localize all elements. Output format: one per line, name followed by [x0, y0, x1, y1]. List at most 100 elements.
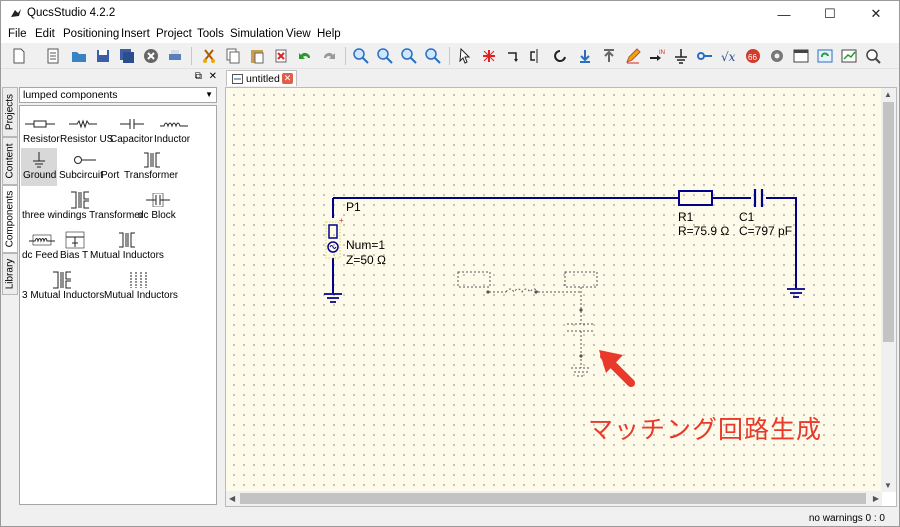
ground-symbol[interactable] — [324, 293, 342, 303]
tab-projects[interactable]: Projects — [2, 87, 18, 137]
toolbar-separator — [191, 47, 192, 65]
component-bias-t[interactable]: Bias T — [60, 228, 90, 266]
component-mutual-inductors[interactable]: Mutual Inductors — [90, 228, 164, 266]
deactivate-icon[interactable] — [479, 46, 499, 66]
tab-components[interactable]: Components — [2, 185, 18, 253]
component-transformer[interactable]: Transformer — [124, 148, 180, 186]
simulate-icon[interactable]: 66 — [743, 46, 763, 66]
component-resistor-us[interactable]: Resistor US — [60, 112, 113, 150]
zoom-fit-icon[interactable] — [351, 46, 371, 66]
rotate-icon[interactable] — [503, 46, 523, 66]
close-document-icon[interactable] — [141, 46, 161, 66]
vertical-scrollbar[interactable]: ▲ ▼ — [881, 88, 896, 492]
zoom-reset-icon[interactable] — [423, 46, 443, 66]
dock-close-button[interactable]: ✕ — [209, 71, 217, 82]
close-button[interactable]: ✕ — [853, 1, 899, 27]
menu-view[interactable]: View — [286, 28, 311, 40]
component-list: Resistor Resistor US Capacitor Inductor … — [19, 105, 217, 505]
undo-icon[interactable] — [295, 46, 315, 66]
scroll-right-icon[interactable]: ▶ — [873, 494, 879, 503]
capacitor-symbol[interactable] — [753, 189, 764, 207]
inductor-icon — [154, 114, 194, 134]
dock-float-button[interactable]: ⧉ — [195, 71, 202, 82]
new-text-icon[interactable] — [43, 46, 63, 66]
ground-symbol[interactable] — [787, 288, 805, 298]
component-three-windings-transformer[interactable]: three windings Transformer — [22, 188, 143, 226]
select-arrow-icon[interactable] — [455, 46, 475, 66]
open-folder-icon[interactable] — [69, 46, 89, 66]
menu-help[interactable]: Help — [317, 28, 341, 40]
menu-positioning[interactable]: Positioning — [63, 28, 119, 40]
component-ground[interactable]: Ground — [21, 148, 57, 186]
maximize-button[interactable]: ☐ — [807, 1, 853, 27]
new-file-icon[interactable] — [9, 46, 29, 66]
save-all-icon[interactable] — [117, 46, 137, 66]
port-symbol[interactable]: + — [325, 216, 344, 259]
component-resistor[interactable]: Resistor — [22, 112, 60, 150]
window-view-icon[interactable] — [791, 46, 811, 66]
save-icon[interactable] — [93, 46, 113, 66]
pencil-icon[interactable] — [623, 46, 643, 66]
schematic-canvas[interactable]: + P1 Num=1 Z=50 Ω R1 R=75.9 Ω C1 C=797 p… — [226, 88, 882, 492]
scroll-down-icon[interactable]: ▼ — [884, 481, 892, 490]
upload-arrow-icon[interactable] — [599, 46, 619, 66]
scroll-up-icon[interactable]: ▲ — [884, 90, 892, 99]
delete-icon[interactable] — [271, 46, 291, 66]
redo-icon[interactable] — [319, 46, 339, 66]
dock-header: ⧉ ✕ — [19, 71, 219, 85]
menu-file[interactable]: File — [8, 28, 27, 40]
menu-project[interactable]: Project — [156, 28, 192, 40]
category-select[interactable]: lumped components ▼ — [19, 87, 217, 103]
horizontal-scroll-thumb[interactable] — [240, 493, 866, 504]
dock-buttons: ⧉ ✕ — [195, 71, 217, 82]
ground-icon[interactable] — [671, 46, 691, 66]
status-bar: no warnings 0 : 0 — [1, 509, 899, 527]
resistor-icon — [22, 114, 58, 134]
bias-t-icon — [60, 230, 90, 250]
cut-icon[interactable] — [199, 46, 219, 66]
chart-icon[interactable] — [839, 46, 859, 66]
scroll-left-icon[interactable]: ◀ — [229, 494, 235, 503]
tab-library[interactable]: Library — [2, 253, 18, 295]
resistor-name: R1 — [678, 210, 694, 224]
zoom-out-icon[interactable] — [399, 46, 419, 66]
wire-label-icon[interactable] — [695, 46, 715, 66]
vertical-scroll-thumb[interactable] — [883, 102, 894, 342]
component-dc-block[interactable]: dc Block — [138, 188, 178, 226]
mutual-inductors-icon — [90, 230, 164, 250]
menu-insert[interactable]: Insert — [121, 28, 150, 40]
title-bar: QucsStudio 4.2.2 — ☐ ✕ — [1, 1, 899, 27]
mirror-icon[interactable] — [527, 46, 547, 66]
search-view-icon[interactable] — [863, 46, 883, 66]
zoom-in-icon[interactable] — [375, 46, 395, 66]
component-capacitor[interactable]: Capacitor — [110, 112, 154, 150]
component-mutual-inductors-2[interactable]: Mutual Inductors — [104, 268, 178, 306]
paste-icon[interactable] — [247, 46, 267, 66]
settings-gear-icon[interactable] — [767, 46, 787, 66]
resistor-value: R=75.9 Ω — [678, 224, 729, 238]
menu-tools[interactable]: Tools — [197, 28, 224, 40]
equation-icon[interactable]: √x — [719, 46, 739, 66]
menu-simulation[interactable]: Simulation — [230, 28, 284, 40]
download-arrow-icon[interactable] — [575, 46, 595, 66]
component-3-mutual-inductors[interactable]: 3 Mutual Inductors — [22, 268, 104, 306]
port-name: P1 — [346, 200, 361, 214]
tab-close-icon[interactable]: ✕ — [282, 73, 293, 84]
undo-rotate-icon[interactable] — [551, 46, 571, 66]
schematic-view: + P1 Num=1 Z=50 Ω R1 R=75.9 Ω C1 C=797 p… — [225, 87, 897, 507]
component-dc-feed[interactable]: dc Feed — [22, 228, 62, 266]
tab-content[interactable]: Content — [2, 137, 18, 185]
minimize-button[interactable]: — — [761, 1, 807, 27]
capacitor-value: C=797 pF — [739, 224, 792, 238]
insert-port-icon[interactable]: IN — [647, 46, 667, 66]
component-inductor[interactable]: Inductor — [154, 112, 194, 150]
tab-untitled[interactable]: untitled ✕ — [226, 70, 297, 86]
app-window: QucsStudio 4.2.2 — ☐ ✕ File Edit Positio… — [0, 0, 900, 527]
menu-edit[interactable]: Edit — [35, 28, 55, 40]
horizontal-scrollbar[interactable]: ◀ ▶ — [226, 491, 882, 506]
copy-icon[interactable] — [223, 46, 243, 66]
resistor-symbol[interactable] — [678, 190, 713, 206]
print-icon[interactable] — [165, 46, 185, 66]
refresh-view-icon[interactable] — [815, 46, 835, 66]
wire[interactable] — [766, 197, 797, 288]
